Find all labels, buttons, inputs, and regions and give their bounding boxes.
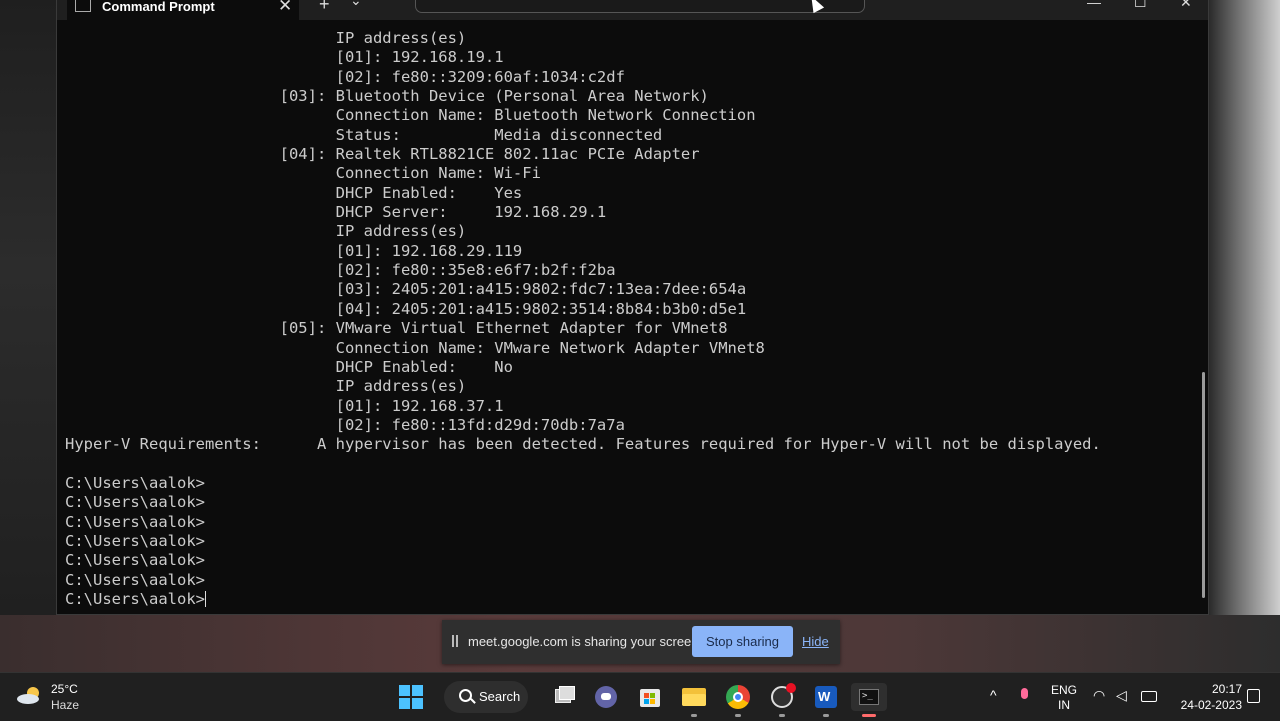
desktop-background-left (0, 0, 56, 672)
desktop-background-right (1209, 0, 1280, 672)
prompt-line: C:\Users\aalok> (65, 570, 205, 589)
prompt-line: C:\Users\aalok> (65, 512, 205, 531)
file-explorer-running-indicator (691, 714, 697, 717)
word-running-indicator (823, 714, 829, 717)
console-line: [02]: fe80::3209:60af:1034:c2df (65, 67, 625, 86)
teams-chat-icon[interactable] (592, 683, 620, 711)
microphone-icon[interactable] (1021, 688, 1028, 699)
console-line: Connection Name: Bluetooth Network Conne… (65, 106, 756, 125)
terminal-window: Command Prompt ✕ + ⌄ — ☐ ✕ IP address(es… (56, 0, 1209, 615)
console-line: [01]: 192.168.37.1 (65, 396, 504, 415)
prompt-line: C:\Users\aalok> (65, 493, 205, 512)
cmd-icon (75, 0, 91, 12)
drag-region[interactable] (415, 0, 865, 13)
console-line: IP address(es) (65, 222, 467, 241)
pause-icon[interactable] (452, 635, 458, 647)
console-line: IP address(es) (65, 29, 467, 47)
word-icon[interactable]: W (812, 683, 840, 711)
console-line: [04]: 2405:201:a415:9802:3514:8b84:b3b0:… (65, 299, 747, 318)
console-line: Connection Name: VMware Network Adapter … (65, 338, 765, 357)
console-line: DHCP Enabled: No (65, 357, 513, 376)
wifi-icon[interactable]: ◠ (1093, 687, 1105, 704)
prompt-line: C:\Users\aalok> (65, 551, 205, 570)
tab-command-prompt[interactable]: Command Prompt ✕ (67, 0, 299, 20)
console-line: DHCP Server: 192.168.29.1 (65, 203, 607, 222)
chevron-up-icon[interactable]: ^ (990, 687, 997, 703)
clock-time[interactable]: 20:17 (1196, 682, 1242, 696)
console-line: [01]: 192.168.29.119 (65, 241, 523, 260)
region-indicator[interactable]: IN (1046, 698, 1082, 712)
prompt-line: C:\Users\aalok> (65, 531, 205, 550)
clock-date[interactable]: 24-02-2023 (1172, 698, 1242, 712)
chrome-running-indicator (735, 714, 741, 717)
obs-running-indicator (779, 714, 785, 717)
console-line: Hyper-V Requirements: A hypervisor has b… (65, 435, 1101, 454)
console-line: [02]: fe80::13fd:d29d:70db:7a7a (65, 415, 625, 434)
screen-share-bar: meet.google.com is sharing your screen. … (442, 620, 840, 664)
weather-temperature: 25°C (51, 682, 78, 696)
new-tab-button[interactable]: + (319, 0, 330, 15)
file-explorer-window-icon[interactable] (549, 683, 577, 711)
prompt-line: C:\Users\aalok> (65, 473, 205, 492)
microsoft-store-icon[interactable] (636, 683, 664, 711)
start-button[interactable] (399, 685, 423, 709)
search-button[interactable]: Search (444, 681, 528, 713)
share-message: meet.google.com is sharing your screen. (468, 634, 703, 649)
weather-condition: Haze (51, 698, 80, 712)
volume-icon[interactable]: ◁ (1116, 687, 1127, 704)
chrome-icon[interactable] (724, 683, 752, 711)
console-line: [01]: 192.168.19.1 (65, 48, 504, 67)
close-tab-icon[interactable]: ✕ (278, 0, 292, 16)
obs-icon[interactable] (768, 683, 796, 711)
search-label: Search (479, 689, 521, 704)
scrollbar[interactable] (1202, 372, 1205, 598)
language-indicator[interactable]: ENG (1046, 683, 1082, 697)
minimize-button[interactable]: — (1087, 0, 1101, 10)
console-line: [05]: VMware Virtual Ethernet Adapter fo… (65, 319, 728, 338)
close-button[interactable]: ✕ (1180, 0, 1192, 11)
title-bar[interactable]: Command Prompt ✕ + ⌄ — ☐ ✕ (57, 0, 1208, 20)
tab-title: Command Prompt (102, 0, 215, 14)
terminal-icon[interactable]: >_ (851, 683, 887, 711)
prompt-line: C:\Users\aalok> (65, 589, 206, 608)
console-line: DHCP Enabled: Yes (65, 183, 523, 202)
weather-cloud-sun-icon[interactable] (16, 685, 44, 705)
notification-icon[interactable] (1247, 689, 1260, 703)
console-output[interactable]: IP address(es) [01]: 192.168.19.1 [02]: … (65, 29, 1101, 609)
console-line: [04]: Realtek RTL8821CE 802.11ac PCIe Ad… (65, 145, 700, 164)
search-icon (459, 689, 472, 702)
console-line: [02]: fe80::35e8:e6f7:b2f:f2ba (65, 261, 616, 280)
text-cursor (204, 590, 206, 607)
maximize-button[interactable]: ☐ (1134, 0, 1147, 11)
taskbar: 25°C Haze Search W >_ ^ ENG IN ◠ ◁ 20:17… (0, 672, 1280, 721)
console-line: [03]: 2405:201:a415:9802:fdc7:13ea:7dee:… (65, 280, 747, 299)
file-explorer-icon[interactable] (680, 683, 708, 711)
console-line: IP address(es) (65, 377, 467, 396)
console-line: Connection Name: Wi-Fi (65, 164, 541, 183)
hide-link[interactable]: Hide (802, 634, 829, 649)
console-line: [03]: Bluetooth Device (Personal Area Ne… (65, 87, 709, 106)
stop-sharing-button[interactable]: Stop sharing (692, 626, 793, 657)
tab-dropdown-button[interactable]: ⌄ (350, 0, 362, 9)
terminal-active-indicator (862, 714, 876, 717)
battery-icon[interactable] (1141, 691, 1157, 702)
console-line: Status: Media disconnected (65, 125, 663, 144)
